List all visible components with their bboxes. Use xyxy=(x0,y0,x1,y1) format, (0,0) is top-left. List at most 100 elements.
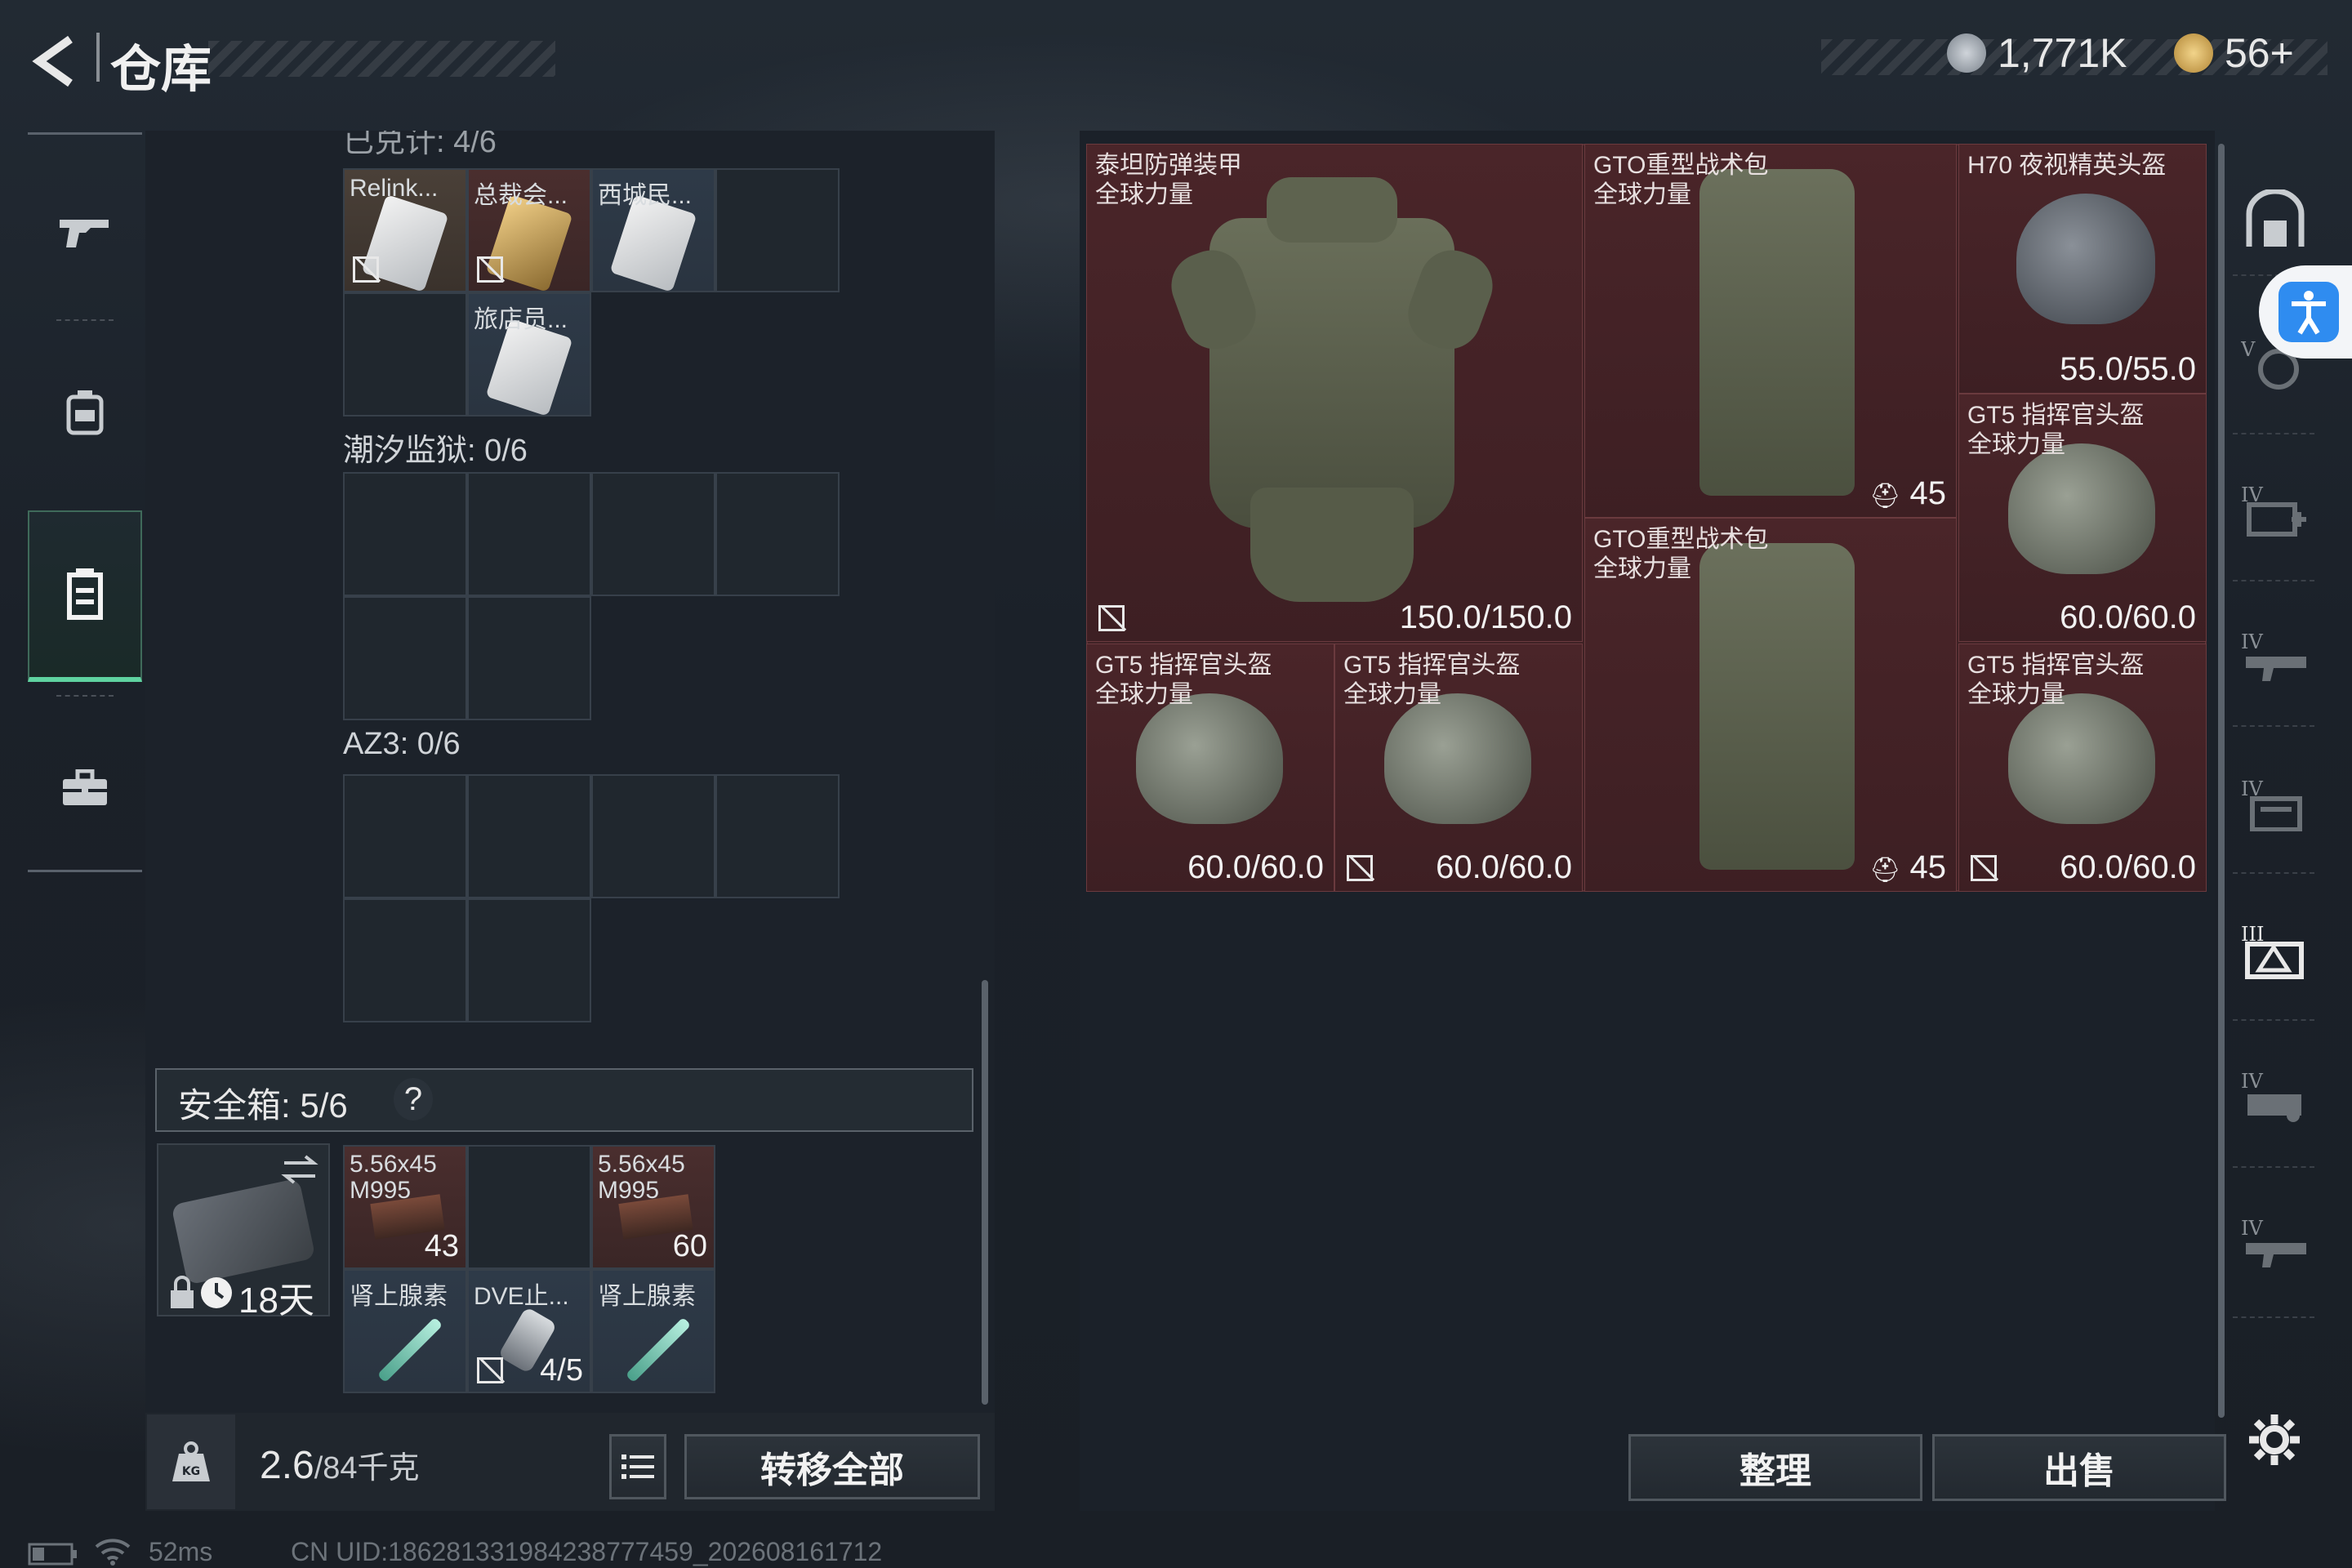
empty-slot[interactable] xyxy=(467,1145,591,1269)
backpack-icon xyxy=(66,390,104,435)
help-icon[interactable]: ? xyxy=(394,1078,433,1120)
no-trade-icon xyxy=(1098,605,1125,631)
empty-slot[interactable] xyxy=(467,472,591,596)
empty-slot[interactable] xyxy=(467,898,591,1022)
title-stripe xyxy=(208,41,555,77)
keycard-slot[interactable]: 西城民... xyxy=(591,168,715,292)
item-name: GTO重型战术包 全球力量 xyxy=(1593,526,1769,582)
armor-item[interactable]: 泰坦防弹装甲 全球力量 150.0/150.0 xyxy=(1086,144,1583,642)
weapon-category-icon[interactable]: IV xyxy=(2241,627,2310,684)
backpack-image xyxy=(1699,169,1855,496)
helmet-item[interactable]: GT5 指挥官头盔 全球力量 60.0/60.0 xyxy=(1086,644,1334,892)
nav-warehouse[interactable] xyxy=(28,510,142,682)
empty-slot[interactable] xyxy=(343,472,467,596)
nav-separator xyxy=(2233,1166,2314,1168)
empty-slot[interactable] xyxy=(591,774,715,898)
empty-slot[interactable] xyxy=(591,472,715,596)
item-name: GTO重型战术包 全球力量 xyxy=(1593,152,1769,208)
helmet-item[interactable]: GT5 指挥官头盔 全球力量 60.0/60.0 xyxy=(1334,644,1583,892)
syringe-slot[interactable]: 肾上腺素 xyxy=(343,1269,467,1393)
no-trade-icon xyxy=(353,256,379,283)
item-durability: 60.0/60.0 xyxy=(1436,849,1572,885)
empty-slot[interactable] xyxy=(343,596,467,720)
svg-text:V: V xyxy=(2241,338,2256,361)
medical-category-icon[interactable]: IV xyxy=(2241,480,2310,537)
accessibility-icon xyxy=(2278,282,2339,342)
no-trade-icon xyxy=(477,256,503,283)
item-durability: 60.0/60.0 xyxy=(2060,599,2196,635)
vehicle-category-icon[interactable]: IV xyxy=(2241,1067,2310,1124)
helmet-image xyxy=(1136,693,1283,824)
helmet-item[interactable]: GT5 指挥官头盔 全球力量 60.0/60.0 xyxy=(1958,644,2207,892)
weight-icon-box: KG xyxy=(147,1414,235,1509)
helmet-image xyxy=(2016,194,2155,324)
empty-slot[interactable] xyxy=(343,774,467,898)
backpack-item[interactable]: GTO重型战术包 全球力量 ⛑ 45 xyxy=(1584,144,1957,518)
helmet-item[interactable]: H70 夜视精英头盔 55.0/55.0 xyxy=(1958,144,2207,394)
clock-icon xyxy=(201,1277,232,1308)
item-label: 肾上腺素 xyxy=(598,1283,696,1310)
empty-slot[interactable] xyxy=(467,774,591,898)
armor-category-icon[interactable]: III xyxy=(2241,920,2310,982)
uid-readout: CN UID:186281331984238777459_20260816171… xyxy=(291,1537,883,1566)
empty-slot[interactable] xyxy=(715,472,840,596)
list-view-button[interactable] xyxy=(609,1434,666,1499)
sort-button[interactable]: 整理 xyxy=(1628,1434,1922,1501)
empty-slot[interactable] xyxy=(715,774,840,898)
briefcase-icon xyxy=(63,769,107,805)
settings-gear-icon[interactable] xyxy=(2247,1413,2301,1467)
swap-icon[interactable] xyxy=(281,1153,318,1186)
transfer-all-button[interactable]: 转移全部 xyxy=(684,1434,980,1499)
gold-icon xyxy=(2174,33,2213,73)
syringe-slot[interactable]: 肾上腺素 xyxy=(591,1269,715,1393)
item-name: 泰坦防弹装甲 全球力量 xyxy=(1095,152,1242,208)
helmet-item[interactable]: GT5 指挥官头盔 全球力量 60.0/60.0 xyxy=(1958,394,2207,642)
keycard-slot[interactable]: 旅店员... xyxy=(467,292,591,416)
item-count: 60 xyxy=(672,1229,707,1263)
keycard-slot[interactable]: Relink... xyxy=(343,168,467,292)
item-count: 4/5 xyxy=(540,1353,583,1388)
no-trade-icon xyxy=(477,1357,503,1383)
case-days: 18天 xyxy=(238,1281,314,1321)
back-arrow-icon[interactable] xyxy=(28,33,85,90)
empty-slot[interactable] xyxy=(467,596,591,720)
nav-separator xyxy=(2233,1019,2314,1021)
ammo-slot[interactable]: 5.56x45 M995 60 xyxy=(591,1145,715,1269)
title-divider xyxy=(96,33,100,82)
coin-amount: 1,771K xyxy=(1998,30,2127,76)
item-name: GT5 指挥官头盔 全球力量 xyxy=(1967,652,2145,708)
wifi-icon xyxy=(95,1539,131,1566)
misc-category-icon[interactable]: IV xyxy=(2241,1214,2310,1271)
stash-scrollbar[interactable] xyxy=(2218,144,2225,1418)
medkit-slot[interactable]: DVE止... 4/5 xyxy=(467,1269,591,1393)
keycard-slot[interactable]: 总裁会... xyxy=(467,168,591,292)
svg-text:KG: KG xyxy=(182,1465,200,1478)
accessibility-button[interactable] xyxy=(2259,265,2352,359)
sell-button[interactable]: 出售 xyxy=(1932,1434,2226,1501)
nav-weapons[interactable] xyxy=(28,151,142,314)
coin-icon xyxy=(1947,33,1986,73)
safe-case[interactable]: 18天 xyxy=(157,1143,330,1321)
section-title: AZ3: 0/6 xyxy=(343,727,461,761)
nav-case[interactable] xyxy=(28,706,142,870)
partial-header-clip: 已兑计: 4/6 xyxy=(145,131,995,160)
empty-slot[interactable] xyxy=(343,898,467,1022)
empty-slot[interactable] xyxy=(715,168,840,292)
nav-separator xyxy=(2233,1316,2314,1318)
svg-text:IV: IV xyxy=(2241,1217,2263,1240)
ammo-slot[interactable]: 5.56x45 M995 43 xyxy=(343,1145,467,1269)
scrollbar[interactable] xyxy=(982,980,988,1405)
item-name: H70 夜视精英头盔 xyxy=(1967,152,2167,179)
backpack-item[interactable]: GTO重型战术包 全球力量 ⛑ 45 xyxy=(1584,518,1957,892)
partial-section-title: 已兑计: 4/6 xyxy=(343,131,497,159)
docs-category-icon[interactable]: IV xyxy=(2241,774,2310,831)
item-durability: 60.0/60.0 xyxy=(2060,849,2196,885)
locker-icon xyxy=(67,568,103,620)
nav-equipment[interactable] xyxy=(28,331,142,494)
gold-amount: 56+ xyxy=(2225,30,2294,76)
empty-slot[interactable] xyxy=(343,292,467,416)
container-icon[interactable] xyxy=(2244,189,2306,248)
item-label: 肾上腺素 xyxy=(350,1283,448,1310)
item-durability: 60.0/60.0 xyxy=(1187,849,1324,885)
svg-text:IV: IV xyxy=(2241,630,2263,653)
